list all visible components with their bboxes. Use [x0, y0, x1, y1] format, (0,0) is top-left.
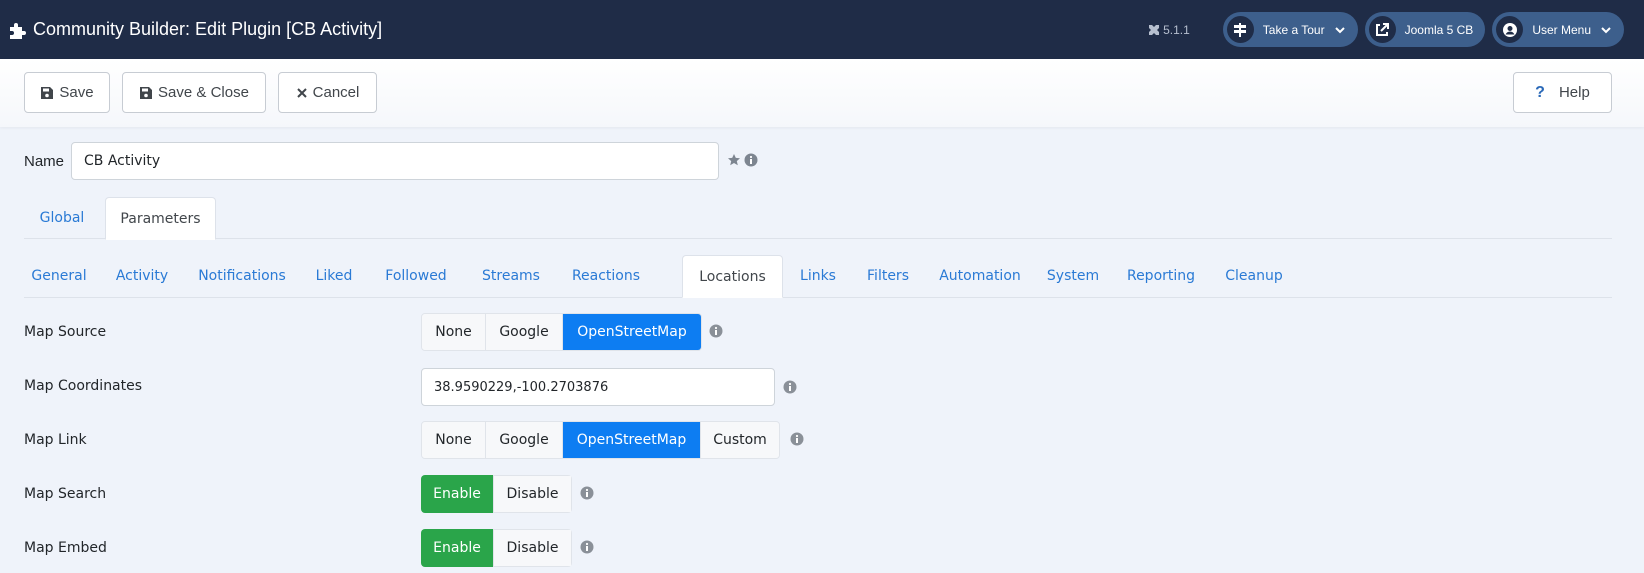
tab-automation[interactable]: Automation: [930, 255, 1030, 297]
tab-reporting[interactable]: Reporting: [1116, 255, 1206, 297]
user-menu-label: User Menu: [1532, 22, 1591, 37]
take-tour-button[interactable]: Take a Tour: [1222, 12, 1358, 47]
tab-filters[interactable]: Filters: [854, 255, 922, 297]
question-icon: ?: [1535, 83, 1545, 101]
top-tabs: Global Parameters: [24, 197, 1612, 240]
tab-streams[interactable]: Streams: [470, 255, 552, 297]
user-icon: [1496, 16, 1524, 43]
map-source-openstreetmap[interactable]: OpenStreetMap: [563, 314, 701, 350]
map-embed-label: Map Embed: [24, 540, 107, 556]
save-label: Save: [59, 84, 94, 101]
map-link-google[interactable]: Google: [486, 422, 563, 458]
help-label: Help: [1558, 84, 1590, 101]
save-button[interactable]: Save: [24, 72, 110, 113]
map-search-enable[interactable]: Enable: [421, 475, 494, 513]
site-link-button[interactable]: Joomla 5 CB: [1364, 12, 1486, 47]
map-source-label: Map Source: [24, 324, 107, 340]
map-link-none[interactable]: None: [422, 422, 486, 458]
map-search-group: Enable Disable: [421, 475, 572, 513]
map-coordinates-input[interactable]: [421, 368, 775, 406]
name-label: Name: [24, 153, 65, 170]
tab-followed[interactable]: Followed: [370, 255, 462, 297]
sub-tabs: General Activity Notifications Liked Fol…: [24, 255, 1612, 298]
info-icon[interactable]: [580, 540, 594, 554]
tab-locations[interactable]: Locations: [682, 255, 783, 298]
external-link-icon: [1368, 16, 1396, 43]
joomla-version: 5.1.1: [1148, 23, 1190, 37]
chevron-down-icon: [1334, 26, 1345, 33]
cancel-label: Cancel: [312, 84, 360, 101]
save-close-label: Save & Close: [158, 84, 249, 101]
site-link-label: Joomla 5 CB: [1404, 22, 1474, 37]
save-icon: [140, 86, 153, 99]
user-menu-button[interactable]: User Menu: [1492, 12, 1624, 47]
tab-activity[interactable]: Activity: [104, 255, 180, 297]
help-button[interactable]: ? Help: [1513, 72, 1612, 113]
map-link-custom[interactable]: Custom: [701, 422, 779, 458]
tab-notifications[interactable]: Notifications: [188, 255, 296, 297]
page-title: Community Builder: Edit Plugin [CB Activ…: [33, 19, 383, 39]
save-close-button[interactable]: Save & Close: [122, 72, 266, 113]
take-tour-label: Take a Tour: [1262, 22, 1325, 37]
app-header: Community Builder: Edit Plugin [CB Activ…: [0, 0, 1644, 59]
signpost-icon: [1226, 16, 1254, 43]
info-icon[interactable]: [744, 153, 758, 167]
map-embed-group: Enable Disable: [421, 529, 572, 567]
chevron-down-icon: [1601, 26, 1611, 33]
save-icon: [41, 86, 54, 99]
map-search-label: Map Search: [24, 486, 107, 502]
puzzle-icon: [10, 22, 26, 39]
tab-parameters[interactable]: Parameters: [105, 197, 216, 240]
star-icon: [728, 154, 740, 166]
cancel-button[interactable]: Cancel: [278, 72, 377, 113]
page-title-wrap: Community Builder: Edit Plugin [CB Activ…: [8, 19, 382, 40]
map-embed-disable[interactable]: Disable: [494, 529, 572, 567]
tab-global[interactable]: Global: [24, 197, 100, 239]
map-embed-enable[interactable]: Enable: [421, 529, 494, 567]
tab-system[interactable]: System: [1038, 255, 1108, 297]
info-icon[interactable]: [580, 486, 594, 500]
toolbar: Save Save & Close Cancel ? Help: [0, 59, 1644, 127]
version-text: 5.1.1: [1163, 22, 1190, 37]
info-icon[interactable]: [709, 324, 723, 338]
info-icon[interactable]: [790, 432, 804, 446]
close-icon: [296, 87, 307, 98]
joomla-icon: [1149, 24, 1160, 35]
tab-reactions[interactable]: Reactions: [560, 255, 652, 297]
tab-links[interactable]: Links: [790, 255, 846, 297]
map-search-disable[interactable]: Disable: [494, 475, 572, 513]
tab-general[interactable]: General: [24, 255, 94, 297]
map-source-group: None Google OpenStreetMap: [421, 313, 702, 351]
map-link-openstreetmap[interactable]: OpenStreetMap: [563, 422, 701, 458]
map-source-none[interactable]: None: [422, 314, 486, 350]
tab-liked[interactable]: Liked: [306, 255, 362, 297]
name-icons: [727, 153, 758, 167]
map-source-google[interactable]: Google: [486, 314, 563, 350]
map-link-group: None Google OpenStreetMap Custom: [421, 421, 780, 459]
map-coordinates-label: Map Coordinates: [24, 378, 143, 394]
info-icon[interactable]: [783, 380, 797, 394]
name-input[interactable]: [71, 142, 719, 180]
map-link-label: Map Link: [24, 432, 87, 448]
tab-cleanup[interactable]: Cleanup: [1214, 255, 1294, 297]
